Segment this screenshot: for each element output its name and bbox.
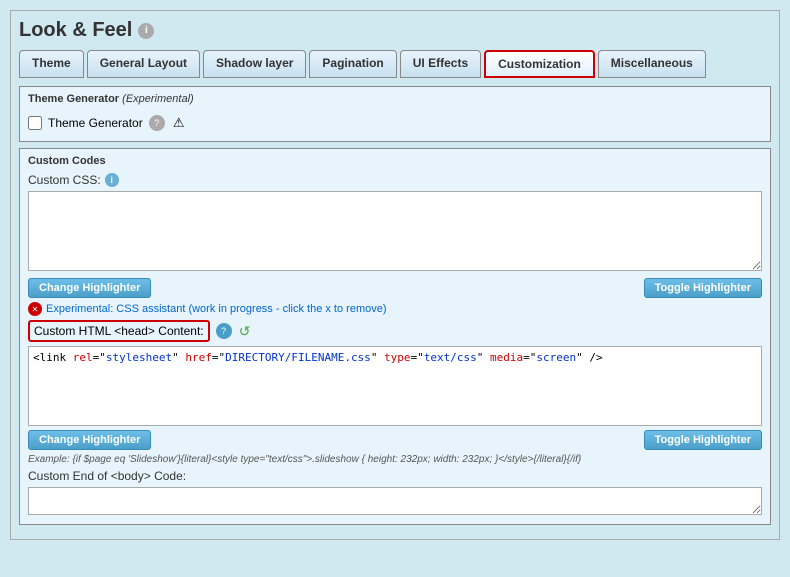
highlighter-row-2: Change Highlighter Toggle Highlighter <box>28 430 762 450</box>
html-info-icon[interactable]: ? <box>216 323 232 339</box>
theme-generator-title: Theme Generator (Experimental) <box>28 93 762 105</box>
custom-end-textarea[interactable] <box>28 487 762 515</box>
change-highlighter-button-1[interactable]: Change Highlighter <box>28 278 151 298</box>
experimental-link-row[interactable]: ✕ Experimental: CSS assistant (work in p… <box>28 302 762 316</box>
tab-miscellaneous[interactable]: Miscellaneous <box>598 50 706 78</box>
theme-generator-checkbox[interactable] <box>28 116 42 130</box>
toggle-highlighter-button-1[interactable]: Toggle Highlighter <box>644 278 762 298</box>
html-label: Custom HTML <head> Content: <box>34 324 204 338</box>
html-label-highlight: Custom HTML <head> Content: <box>28 320 210 342</box>
tab-pagination[interactable]: Pagination <box>309 50 396 78</box>
theme-gen-info-icon[interactable]: ? <box>149 115 165 131</box>
highlighter-row-1: Change Highlighter Toggle Highlighter <box>28 278 762 298</box>
css-label-row: Custom CSS: i <box>28 173 762 187</box>
page-container: Look & Feel i Theme General Layout Shado… <box>10 10 780 540</box>
page-title: Look & Feel i <box>19 19 771 42</box>
html-refresh-icon[interactable]: ↺ <box>238 324 252 338</box>
experimental-icon: ✕ <box>28 302 42 316</box>
custom-codes-section: Custom Codes Custom CSS: i Change Highli… <box>19 148 771 525</box>
tab-general-layout[interactable]: General Layout <box>87 50 200 78</box>
theme-generator-label: Theme Generator <box>48 116 143 130</box>
tabs-bar: Theme General Layout Shadow layer Pagina… <box>19 50 771 78</box>
custom-end-label: Custom End of <body> Code: <box>28 469 762 483</box>
change-highlighter-button-2[interactable]: Change Highlighter <box>28 430 151 450</box>
custom-codes-title: Custom Codes <box>28 155 762 167</box>
theme-gen-warning-icon: ⚠ <box>171 115 187 131</box>
html-content-area: <link rel="stylesheet" href="DIRECTORY/F… <box>28 346 762 426</box>
html-code-line: <link rel="stylesheet" href="DIRECTORY/F… <box>33 351 603 364</box>
theme-generator-row: Theme Generator ? ⚠ <box>28 111 762 135</box>
tab-ui-effects[interactable]: UI Effects <box>400 50 481 78</box>
html-label-row: Custom HTML <head> Content: ? ↺ <box>28 320 762 342</box>
css-label: Custom CSS: <box>28 173 101 187</box>
experimental-text: Experimental: CSS assistant (work in pro… <box>46 303 387 315</box>
toggle-highlighter-button-2[interactable]: Toggle Highlighter <box>644 430 762 450</box>
css-textarea[interactable] <box>28 191 762 271</box>
title-text: Look & Feel <box>19 19 132 42</box>
tab-customization[interactable]: Customization <box>484 50 595 78</box>
theme-generator-section: Theme Generator (Experimental) Theme Gen… <box>19 86 771 142</box>
example-text: Example: {if $page eq 'Slideshow'}{liter… <box>28 454 762 465</box>
title-info-icon[interactable]: i <box>138 23 154 39</box>
css-info-icon[interactable]: i <box>105 173 119 187</box>
tab-theme[interactable]: Theme <box>19 50 84 78</box>
tab-shadow-layer[interactable]: Shadow layer <box>203 50 306 78</box>
